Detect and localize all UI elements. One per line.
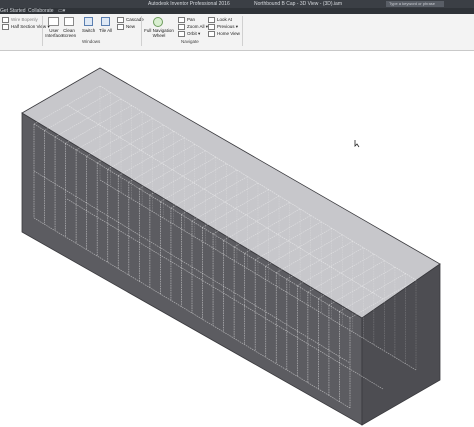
- wire-bopenly-item[interactable]: Wire Bopenly: [2, 17, 38, 23]
- app-title: Autodesk Inventor Professional 2016: [148, 1, 230, 7]
- look-at-button[interactable]: Look At: [208, 17, 232, 23]
- previous-button[interactable]: Previous ▾: [208, 24, 238, 30]
- pan-icon: [178, 17, 185, 23]
- ribbon-separator: [242, 16, 243, 46]
- graphics-viewport[interactable]: [0, 51, 474, 427]
- orbit-icon: [178, 31, 185, 37]
- clean-screen-button[interactable]: Clean Screen: [61, 28, 77, 38]
- tile-all-button[interactable]: Tile All: [99, 28, 112, 33]
- search-field[interactable]: Type a keyword or phrase: [386, 1, 444, 7]
- wire-bopenly-icon: [2, 17, 9, 23]
- tile-all-icon[interactable]: [101, 17, 110, 26]
- title-bar: Autodesk Inventor Professional 2016 Nort…: [0, 0, 474, 8]
- document-title: Northbound B Cap - 3D View - (3D).iam: [254, 1, 342, 7]
- clean-screen-icon[interactable]: [64, 17, 74, 26]
- orbit-button[interactable]: Orbit ▾: [178, 31, 200, 37]
- full-navigation-wheel-button[interactable]: Full Navigation Wheel: [144, 28, 174, 38]
- ribbon-separator: [42, 16, 43, 46]
- user-interface-icon[interactable]: [48, 17, 59, 26]
- new-window-icon: [117, 24, 124, 30]
- ribbon-panel: Wire Bopenly Half Section View ▾ User In…: [0, 14, 474, 51]
- model-scene: [21, 67, 441, 426]
- half-section-icon: [2, 24, 9, 30]
- switch-icon[interactable]: [84, 17, 93, 26]
- cascade-button[interactable]: Cascade: [117, 17, 144, 23]
- navigate-group-label: Navigate: [181, 39, 199, 44]
- previous-icon: [208, 24, 215, 30]
- home-view-button[interactable]: Home View: [208, 31, 240, 37]
- mouse-cursor-icon: [354, 140, 360, 148]
- home-view-icon: [208, 31, 215, 37]
- new-window-button[interactable]: New: [117, 24, 135, 30]
- windows-group-label: Windows: [82, 39, 101, 44]
- zoom-all-icon: [178, 24, 185, 30]
- look-at-icon: [208, 17, 215, 23]
- cascade-icon: [117, 17, 124, 23]
- ribbon-separator: [141, 16, 142, 46]
- pan-button[interactable]: Pan: [178, 17, 195, 23]
- zoom-all-button[interactable]: Zoom All ▾: [178, 24, 208, 30]
- switch-button[interactable]: Switch: [82, 28, 95, 33]
- navigation-wheel-icon[interactable]: [153, 17, 163, 27]
